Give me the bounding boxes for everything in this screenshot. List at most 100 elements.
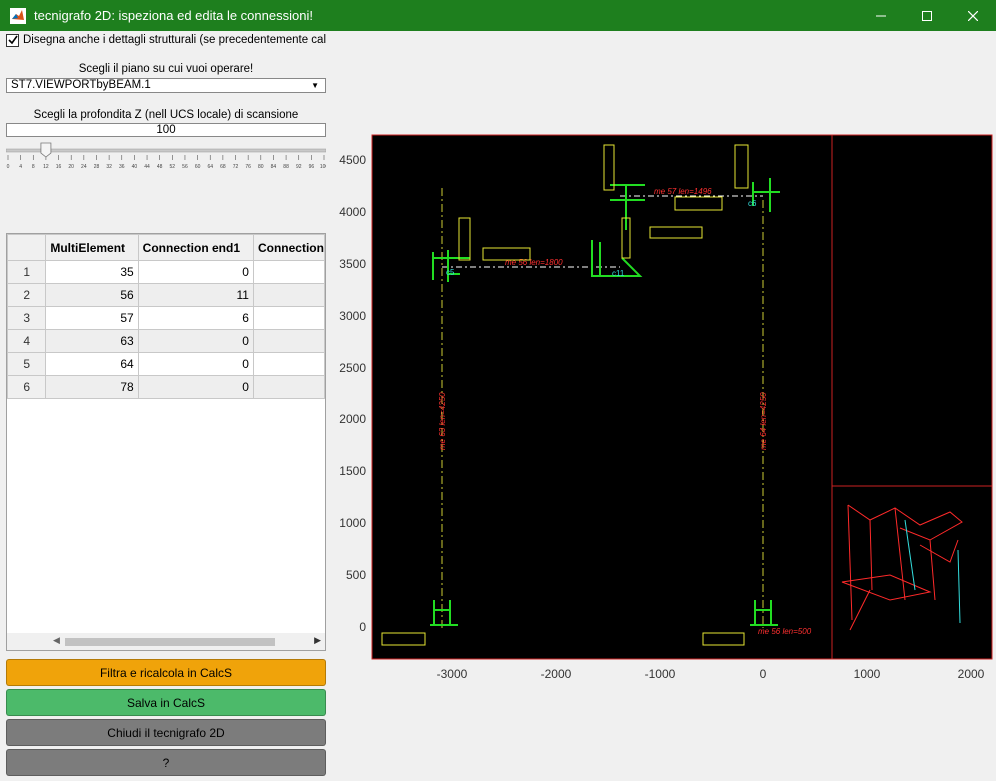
save-button[interactable]: Salva in CalcS bbox=[6, 689, 326, 716]
connection-end1-cell[interactable]: 0 bbox=[137, 352, 254, 376]
connection-end1-cell[interactable]: 0 bbox=[137, 329, 254, 353]
table-row[interactable]: 5 64 0 bbox=[7, 352, 325, 376]
close-icon bbox=[968, 10, 978, 21]
slider-tick-label: 64 bbox=[207, 164, 213, 170]
member-label: me 56 len=1800 bbox=[505, 258, 563, 267]
table-row[interactable]: 6 78 0 bbox=[7, 375, 325, 399]
slider-tick-label: 92 bbox=[296, 164, 302, 170]
y-tick-label: 1500 bbox=[339, 464, 366, 478]
plane-value: ST7.VIEWPORTbyBEAM.1 bbox=[11, 79, 151, 91]
window-title: tecnigrafo 2D: ispeziona ed edita le con… bbox=[34, 8, 313, 23]
slider-tick-label: 88 bbox=[283, 164, 289, 170]
member-label: me 64 len=4250 bbox=[759, 392, 768, 450]
slider-tick-label: 60 bbox=[195, 164, 201, 170]
multielement-cell[interactable]: 56 bbox=[45, 283, 139, 307]
y-tick-label: 2500 bbox=[339, 361, 366, 375]
y-tick-label: 2000 bbox=[339, 412, 366, 426]
connection-cell[interactable] bbox=[252, 306, 325, 330]
slider-tick-label: 72 bbox=[233, 164, 239, 170]
connection-end1-cell[interactable]: 6 bbox=[137, 306, 254, 330]
depth-input[interactable]: 100 bbox=[6, 123, 326, 137]
table-header-row: MultiElement Connection end1 Connection bbox=[7, 234, 325, 261]
column-header-connection-end1[interactable]: Connection end1 bbox=[137, 234, 254, 261]
close-tecnigrafo-button[interactable]: Chiudi il tecnigrafo 2D bbox=[6, 719, 326, 746]
table-row[interactable]: 2 56 11 bbox=[7, 283, 325, 307]
plot-area[interactable] bbox=[371, 134, 993, 660]
x-tick-label: -2000 bbox=[541, 667, 572, 681]
column-header-connection[interactable]: Connection bbox=[252, 234, 325, 261]
minimize-button[interactable] bbox=[858, 0, 904, 31]
table-row[interactable]: 4 63 0 bbox=[7, 329, 325, 353]
help-button[interactable]: ? bbox=[6, 749, 326, 776]
column-header-multielement[interactable]: MultiElement bbox=[45, 234, 139, 261]
x-tick-label: -3000 bbox=[437, 667, 468, 681]
matlab-app-icon bbox=[10, 7, 26, 24]
slider-tick-label: 0 bbox=[7, 164, 10, 170]
slider-tick-label: 12 bbox=[43, 164, 49, 170]
multielement-cell[interactable]: 57 bbox=[45, 306, 139, 330]
slider-tick-label: 56 bbox=[182, 164, 188, 170]
slider-tick-label: 40 bbox=[132, 164, 138, 170]
row-number: 4 bbox=[7, 329, 47, 353]
slider-tick-label: 100 bbox=[320, 164, 326, 170]
row-number: 3 bbox=[7, 306, 47, 330]
plane-dropdown[interactable]: ST7.VIEWPORTbyBEAM.1 ▼ bbox=[6, 78, 326, 93]
connection-cell[interactable] bbox=[252, 329, 325, 353]
x-axis: -3000 -2000 -1000 0 1000 2000 bbox=[437, 667, 985, 681]
minimize-icon bbox=[876, 15, 886, 16]
scroll-right-icon[interactable]: ▶ bbox=[314, 635, 321, 646]
y-tick-label: 0 bbox=[359, 620, 366, 634]
slider-track bbox=[6, 148, 326, 153]
x-tick-label: 2000 bbox=[958, 667, 985, 681]
slider-tick-label: 24 bbox=[81, 164, 87, 170]
connection-end1-cell[interactable]: 0 bbox=[137, 375, 254, 399]
x-tick-label: 1000 bbox=[854, 667, 881, 681]
connection-end1-cell[interactable]: 11 bbox=[137, 283, 254, 307]
filter-recalc-button[interactable]: Filtra e ricalcola in CalcS bbox=[6, 659, 326, 686]
slider-tick-label: 44 bbox=[144, 164, 150, 170]
depth-label: Scegli la profondita Z (nell UCS locale)… bbox=[33, 109, 299, 121]
node-label: c11 bbox=[612, 269, 625, 278]
table-row[interactable]: 1 35 0 bbox=[7, 260, 325, 284]
x-tick-label: 0 bbox=[760, 667, 767, 681]
connection-cell[interactable] bbox=[252, 352, 325, 376]
draw-details-option[interactable]: Disegna anche i dettagli strutturali (se… bbox=[6, 33, 326, 47]
slider-thumb[interactable] bbox=[40, 142, 52, 158]
table-row[interactable]: 3 57 6 bbox=[7, 306, 325, 330]
connection-cell[interactable] bbox=[252, 375, 325, 399]
slider-tick-label: 96 bbox=[309, 164, 315, 170]
connection-end1-cell[interactable]: 0 bbox=[137, 260, 254, 284]
row-number: 1 bbox=[7, 260, 47, 284]
scrollbar-thumb[interactable] bbox=[65, 638, 275, 646]
connection-cell[interactable] bbox=[252, 283, 325, 307]
y-tick-label: 3000 bbox=[339, 309, 366, 323]
slider-tick-label: 36 bbox=[119, 164, 125, 170]
slider-tick-label: 84 bbox=[271, 164, 277, 170]
plane-label: Scegli il piano su cui vuoi operare! bbox=[78, 63, 254, 75]
structure-plot[interactable]: 4500 4000 3500 3000 2500 2000 1500 1000 … bbox=[330, 130, 996, 690]
row-number-header bbox=[7, 234, 47, 261]
maximize-button[interactable] bbox=[904, 0, 950, 31]
slider-tick-label: 68 bbox=[220, 164, 226, 170]
close-window-button[interactable] bbox=[950, 0, 996, 31]
draw-details-label: Disegna anche i dettagli strutturali (se… bbox=[23, 34, 326, 46]
member-label: me 57 len=1496 bbox=[654, 187, 712, 196]
connection-cell[interactable] bbox=[252, 260, 325, 284]
multielement-cell[interactable]: 78 bbox=[45, 375, 139, 399]
checkmark-icon bbox=[7, 35, 18, 45]
y-tick-label: 3500 bbox=[339, 257, 366, 271]
slider-tick-label: 28 bbox=[94, 164, 100, 170]
draw-details-checkbox[interactable] bbox=[6, 33, 19, 47]
chevron-down-icon: ▼ bbox=[311, 81, 319, 90]
scroll-left-icon[interactable]: ◀ bbox=[53, 635, 60, 646]
multielement-cell[interactable]: 63 bbox=[45, 329, 139, 353]
slider-tick-label: 76 bbox=[245, 164, 251, 170]
table-horizontal-scrollbar[interactable]: ◀ ▶ bbox=[7, 633, 325, 650]
y-tick-label: 4000 bbox=[339, 205, 366, 219]
depth-slider[interactable]: 0 4 8 12 16 20 24 28 32 36 40 44 48 52 56 60 64 68 72 76 80 8… bbox=[6, 142, 326, 176]
slider-tick-label: 20 bbox=[68, 164, 74, 170]
multielement-cell[interactable]: 64 bbox=[45, 352, 139, 376]
maximize-icon bbox=[922, 10, 932, 21]
multielement-cell[interactable]: 35 bbox=[45, 260, 139, 284]
connections-table[interactable]: MultiElement Connection end1 Connection … bbox=[6, 233, 326, 651]
